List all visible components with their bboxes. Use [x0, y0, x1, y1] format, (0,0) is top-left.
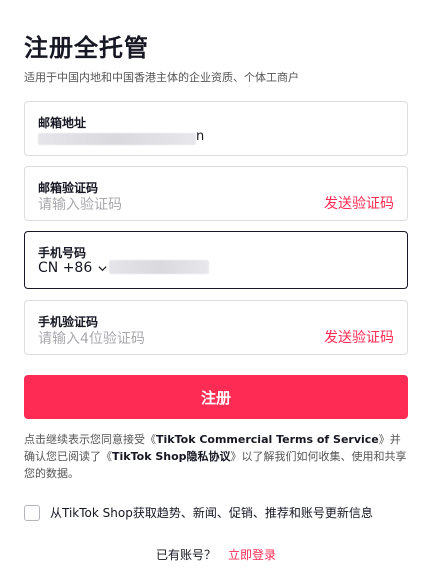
register-card: 注册全托管 适用于中国内地和中国香港主体的企业资质、个体工商户 邮箱地址 n 邮…: [0, 0, 432, 587]
page-title: 注册全托管: [24, 34, 149, 62]
marketing-checkbox[interactable]: [24, 504, 40, 521]
phone-field[interactable]: 手机号码 CN +86: [24, 231, 408, 289]
email-value: n: [196, 129, 205, 144]
consent-prefix: 点击继续表示您同意接受《: [24, 433, 156, 446]
login-prompt: 已有账号？: [155, 548, 216, 562]
phone-code-input[interactable]: [38, 329, 308, 349]
email-code-label: 邮箱验证码: [38, 181, 99, 195]
phone-value-redacted[interactable]: [109, 260, 209, 274]
privacy-link[interactable]: TikTok Shop隐私协议: [112, 450, 231, 463]
phone-code-label: 手机验证码: [38, 315, 99, 329]
email-code-field[interactable]: 邮箱验证码 发送验证码: [24, 166, 408, 221]
login-link[interactable]: 立即登录: [228, 548, 276, 562]
country-code-select[interactable]: CN +86: [38, 260, 107, 276]
email-label: 邮箱地址: [38, 116, 87, 130]
email-code-input[interactable]: [38, 195, 308, 215]
marketing-label: 从TikTok Shop获取趋势、新闻、促销、推荐和账号更新信息: [50, 506, 373, 520]
chevron-down-icon: [98, 265, 107, 271]
phone-code-field[interactable]: 手机验证码 发送验证码: [24, 300, 408, 355]
login-row: 已有账号？ 立即登录: [0, 546, 432, 563]
phone-label: 手机号码: [38, 246, 87, 260]
terms-link[interactable]: TikTok Commercial Terms of Service: [156, 433, 379, 446]
email-value-redacted: [38, 133, 196, 145]
consent-text: 点击继续表示您同意接受《TikTok Commercial Terms of S…: [24, 431, 410, 482]
send-phone-code-button[interactable]: 发送验证码: [324, 327, 394, 347]
email-field[interactable]: 邮箱地址 n: [24, 101, 408, 156]
send-email-code-button[interactable]: 发送验证码: [324, 193, 394, 213]
register-button[interactable]: 注册: [24, 375, 408, 419]
page-subtitle: 适用于中国内地和中国香港主体的企业资质、个体工商户: [24, 71, 299, 84]
marketing-opt-in[interactable]: 从TikTok Shop获取趋势、新闻、促销、推荐和账号更新信息: [24, 504, 373, 521]
country-code-value: CN +86: [38, 260, 93, 276]
